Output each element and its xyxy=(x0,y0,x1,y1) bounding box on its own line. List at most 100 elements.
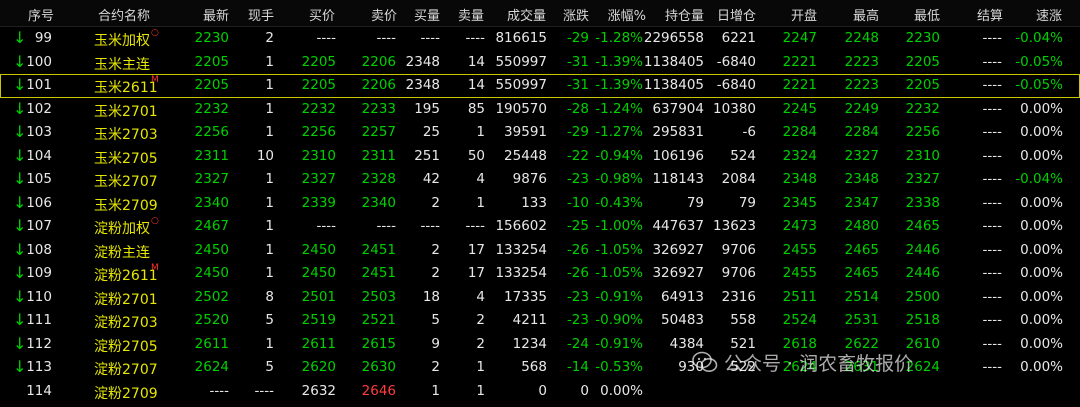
cell-askv: 4 xyxy=(476,171,485,187)
col-header-chg[interactable]: 涨跌 xyxy=(563,5,589,24)
cell-seq: 114 xyxy=(26,382,52,399)
col-header-speed[interactable]: 速涨 xyxy=(1036,5,1062,24)
arrow-down-icon: ↓ xyxy=(13,28,27,47)
table-row[interactable]: ↓ 玉米2701 102 2232 1 2232 2233 195 85 190570 -28 -1.… xyxy=(0,98,1080,122)
table-row[interactable]: ↓ 玉米主连 100 2205 1 2205 2206 2348 14 550997 -31 -1.3… xyxy=(0,51,1080,75)
table-row[interactable]: 淀粉2709 114 ---- ---- 2632 2646 1 1 0 0 0.00% xyxy=(0,380,1080,404)
contract-name[interactable]: 淀粉2701 xyxy=(94,289,158,309)
contract-name[interactable]: 玉米2703 xyxy=(94,124,158,144)
cell-bid: 2205 xyxy=(301,77,336,93)
cell-bidv: 251 xyxy=(414,147,440,164)
contract-name[interactable]: 淀粉2703 xyxy=(94,312,158,332)
col-header-settle[interactable]: 结算 xyxy=(977,5,1003,24)
cell-cur: 5 xyxy=(265,359,274,375)
cell-last: 2232 xyxy=(194,100,229,117)
cell-settle: ---- xyxy=(982,100,1003,117)
col-header-bidv[interactable]: 买量 xyxy=(414,5,440,24)
col-header-askv[interactable]: 卖量 xyxy=(458,5,484,24)
cell-bid: 2620 xyxy=(301,359,336,375)
table-row[interactable]: ↓ 淀粉2701 110 2502 8 2501 2503 18 4 17335 -23 -0.91%… xyxy=(0,286,1080,310)
cell-pct: -0.98% xyxy=(595,171,643,187)
cell-ask: 2646 xyxy=(361,382,396,399)
arrow-down-icon: ↓ xyxy=(13,216,27,235)
contract-name[interactable]: 淀粉主连 xyxy=(94,242,150,262)
contract-name[interactable]: 玉米主连 xyxy=(94,54,150,74)
cell-vol: 133 xyxy=(521,194,547,211)
cell-oi: 295831 xyxy=(652,124,704,140)
cell-seq: 112 xyxy=(26,335,52,352)
cell-bidv: ---- xyxy=(420,30,441,46)
cell-speed: 0.00% xyxy=(1020,124,1063,140)
cell-askv: 1 xyxy=(476,124,485,140)
cell-cur: 1 xyxy=(265,171,274,187)
weighted-index-marker: ○ xyxy=(151,216,159,226)
cell-low: 2256 xyxy=(905,124,940,140)
col-header-open[interactable]: 开盘 xyxy=(791,5,817,24)
table-row[interactable]: ↓ 淀粉主连 108 2450 1 2450 2451 2 17 133254 -26 -1.05% 3… xyxy=(0,239,1080,263)
cell-vol: 17335 xyxy=(504,288,547,305)
col-header-vol[interactable]: 成交量 xyxy=(507,5,546,24)
cell-vol: 25448 xyxy=(504,147,547,164)
cell-ask: 2206 xyxy=(361,53,396,70)
cell-bid: 2611 xyxy=(301,335,336,352)
col-header-low[interactable]: 最低 xyxy=(914,5,940,24)
cell-askv: 2 xyxy=(476,312,485,328)
cell-ask: 2503 xyxy=(361,288,396,305)
contract-name[interactable]: 淀粉加权 xyxy=(94,218,150,238)
cell-open: 2284 xyxy=(782,124,817,140)
cell-high: 2465 xyxy=(844,241,879,258)
cell-speed: -0.04% xyxy=(1015,30,1063,46)
col-header-bid[interactable]: 买价 xyxy=(309,5,335,24)
contract-name[interactable]: 淀粉2707 xyxy=(94,359,158,379)
contract-name[interactable]: 淀粉2611 xyxy=(94,265,158,285)
cell-seq: 100 xyxy=(26,53,52,70)
table-row[interactable]: ↓ 淀粉2703 111 2520 5 2519 2521 5 2 4211 -23 -0.90% 50… xyxy=(0,309,1080,333)
col-header-seq[interactable]: 序号 xyxy=(28,5,54,24)
contract-name[interactable]: 玉米2701 xyxy=(94,101,158,121)
contract-name[interactable]: 玉米加权 xyxy=(94,30,150,50)
cell-bidv: 2348 xyxy=(405,53,440,70)
cell-open: 2245 xyxy=(782,100,817,117)
contract-name[interactable]: 玉米2709 xyxy=(94,195,158,215)
cell-chg: 0 xyxy=(580,382,589,399)
col-header-last[interactable]: 最新 xyxy=(203,5,229,24)
cell-cur: 1 xyxy=(265,218,274,234)
contract-name[interactable]: 玉米2611 xyxy=(94,77,158,97)
cell-high: 2249 xyxy=(844,100,879,117)
cell-pct: -1.39% xyxy=(595,77,643,93)
table-row[interactable]: ↓ 玉米2703 103 2256 1 2256 2257 25 1 39591 -29 -1.27%… xyxy=(0,121,1080,145)
col-header-name[interactable]: 合约名称 xyxy=(98,5,150,24)
cell-chg: -23 xyxy=(566,288,589,305)
cell-chg: -23 xyxy=(566,312,589,328)
cell-seq: 102 xyxy=(26,100,52,117)
col-header-doi[interactable]: 日增仓 xyxy=(717,5,756,24)
col-header-oi[interactable]: 持仓量 xyxy=(665,5,704,24)
cell-last: 2450 xyxy=(194,265,229,281)
col-header-pct[interactable]: 涨幅% xyxy=(608,5,646,24)
cell-pct: -1.05% xyxy=(595,265,643,281)
arrow-down-icon: ↓ xyxy=(13,310,27,329)
cell-last: 2611 xyxy=(194,335,229,352)
col-header-ask[interactable]: 卖价 xyxy=(371,5,397,24)
col-header-high[interactable]: 最高 xyxy=(853,5,879,24)
cell-bid: 2501 xyxy=(301,288,336,305)
table-row[interactable]: ↓ 玉米加权 ○ 99 2230 2 ---- ---- ---- ---- 816615 -29 -1… xyxy=(0,27,1080,51)
contract-name[interactable]: 玉米2707 xyxy=(94,171,158,191)
cell-pct: 0.00% xyxy=(600,382,643,399)
table-row[interactable]: ↓ 玉米2705 104 2311 10 2310 2311 251 50 25448 -22 -0.… xyxy=(0,145,1080,169)
cell-oi: 106196 xyxy=(652,147,704,164)
contract-name[interactable]: 淀粉2709 xyxy=(94,383,158,403)
cell-seq: 104 xyxy=(26,147,52,164)
cell-doi: 6221 xyxy=(721,30,756,46)
cell-askv: 50 xyxy=(467,147,485,164)
cell-pct: -1.05% xyxy=(595,241,643,258)
col-header-cur[interactable]: 现手 xyxy=(248,5,274,24)
table-row[interactable]: ↓ 玉米2611 M 101 2205 1 2205 2206 2348 14 550997 -31-… xyxy=(0,74,1080,98)
cell-ask: 2340 xyxy=(361,194,396,211)
contract-name[interactable]: 淀粉2705 xyxy=(94,336,158,356)
table-row[interactable]: ↓ 淀粉2611 M 109 2450 1 2450 2451 2 17 133254 -26 -1.0… xyxy=(0,262,1080,286)
table-row[interactable]: ↓ 玉米2709 106 2340 1 2339 2340 2 1 133 -10 -0.43% 79 7… xyxy=(0,192,1080,216)
table-row[interactable]: ↓ 淀粉加权 ○ 107 2467 1 ---- ---- ---- ---- 156602 -25-… xyxy=(0,215,1080,239)
table-row[interactable]: ↓ 玉米2707 105 2327 1 2327 2328 42 4 9876 -23 -0.98% 1… xyxy=(0,168,1080,192)
contract-name[interactable]: 玉米2705 xyxy=(94,148,158,168)
